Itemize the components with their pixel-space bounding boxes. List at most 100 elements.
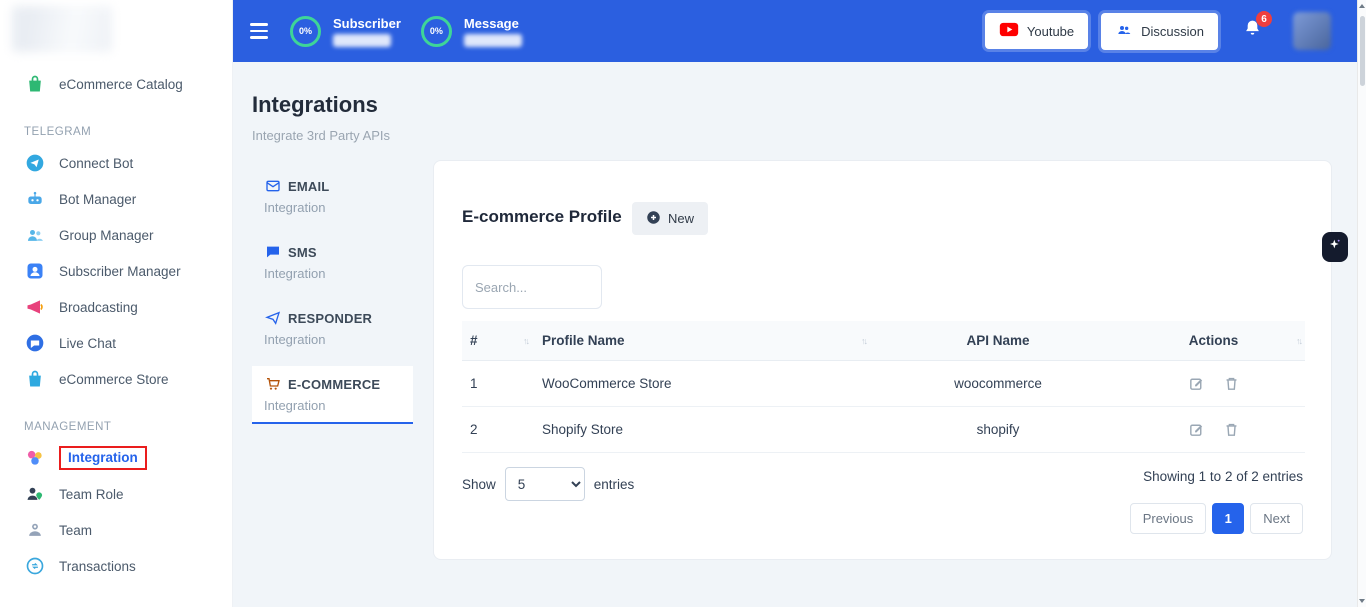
scrollbar-thumb[interactable]: [1360, 16, 1365, 86]
telegram-icon: [24, 152, 46, 174]
youtube-icon: [999, 22, 1019, 40]
sidebar-item-subscriber-manager[interactable]: Subscriber Manager: [0, 253, 232, 289]
subscriber-stat: 0% Subscriber: [290, 16, 401, 47]
sidebar-item-bot-manager[interactable]: Bot Manager: [0, 181, 232, 217]
table-row: 1 WooCommerce Store woocommerce: [462, 361, 1305, 407]
entries-label: entries: [594, 477, 635, 492]
notification-badge: 6: [1256, 11, 1272, 27]
discussion-button[interactable]: Discussion: [1101, 13, 1218, 50]
menu-toggle-button[interactable]: [250, 23, 270, 39]
sidebar-item-ecommerce-catalog[interactable]: eCommerce Catalog: [0, 66, 232, 102]
delete-button[interactable]: [1221, 373, 1242, 394]
sidebar-item-broadcasting[interactable]: Broadcasting: [0, 289, 232, 325]
message-progress-ring: 0%: [421, 16, 452, 47]
scrollbar[interactable]: [1357, 0, 1366, 607]
new-profile-button[interactable]: New: [632, 202, 708, 235]
sms-icon: [264, 241, 281, 263]
scroll-down-arrow-icon[interactable]: [1359, 599, 1365, 603]
showing-entries-text: Showing 1 to 2 of 2 entries: [1143, 469, 1303, 484]
sidebar-item-label: Group Manager: [59, 228, 154, 243]
delete-button[interactable]: [1221, 419, 1242, 440]
page-subtitle: Integrate 3rd Party APIs: [252, 128, 390, 143]
sidebar-item-team-role[interactable]: Team Role: [0, 476, 232, 512]
team-icon: [24, 519, 46, 541]
tab-email-integration[interactable]: EMAIL Integration: [252, 168, 413, 224]
message-value-blurred: [464, 34, 522, 47]
column-header-num: #: [470, 333, 478, 348]
sort-icon[interactable]: ↑↓: [1296, 336, 1301, 346]
store-bag-icon: [24, 368, 46, 390]
app-logo[interactable]: [12, 6, 112, 52]
notifications-button[interactable]: 6: [1242, 18, 1263, 44]
sort-icon[interactable]: ↑↓: [861, 336, 866, 346]
subscriber-stat-label: Subscriber: [333, 16, 401, 31]
tab-title: SMS: [288, 245, 317, 260]
tab-responder-integration[interactable]: RESPONDER Integration: [252, 300, 413, 356]
previous-page-button[interactable]: Previous: [1130, 503, 1207, 534]
sidebar-section-telegram: TELEGRAM: [0, 118, 232, 145]
cart-icon: [264, 373, 281, 395]
sidebar: eCommerce Catalog TELEGRAM Connect Bot B…: [0, 0, 233, 607]
sidebar-item-team[interactable]: Team: [0, 512, 232, 548]
page-title: Integrations: [252, 92, 378, 118]
cell-profile-name: Shopify Store: [534, 422, 874, 437]
page-1-button[interactable]: 1: [1212, 503, 1244, 534]
column-header-profile-name: Profile Name: [542, 333, 625, 348]
sidebar-item-group-manager[interactable]: Group Manager: [0, 217, 232, 253]
cell-api-name: woocommerce: [874, 376, 1122, 391]
integration-tabs: EMAIL Integration SMS Integration RESPON…: [252, 168, 413, 434]
sidebar-item-connect-bot[interactable]: Connect Bot: [0, 145, 232, 181]
main-content: Integrations Integrate 3rd Party APIs EM…: [233, 62, 1357, 607]
youtube-button[interactable]: Youtube: [985, 13, 1088, 49]
tab-subtitle: Integration: [264, 398, 401, 413]
assistant-fab[interactable]: [1322, 232, 1348, 262]
sidebar-item-label: Transactions: [59, 559, 136, 574]
integration-highlight-box: Integration: [59, 446, 147, 470]
table-row: 2 Shopify Store shopify: [462, 407, 1305, 453]
sidebar-item-live-chat[interactable]: Live Chat: [0, 325, 232, 361]
chat-icon: [24, 332, 46, 354]
pagination: Previous 1 Next: [1130, 503, 1303, 534]
profiles-table: # ↑↓ Profile Name ↑↓ API Name Actions ↑↓…: [462, 321, 1305, 453]
sidebar-item-label: eCommerce Catalog: [59, 77, 183, 92]
cell-num: 2: [462, 422, 534, 437]
edit-button[interactable]: [1186, 419, 1207, 440]
tab-ecommerce-integration[interactable]: E-COMMERCE Integration: [252, 366, 413, 424]
search-input[interactable]: [462, 265, 602, 309]
tab-subtitle: Integration: [264, 266, 401, 281]
sidebar-item-label: Integration: [68, 450, 138, 465]
sidebar-item-label: Connect Bot: [59, 156, 133, 171]
discussion-button-label: Discussion: [1141, 24, 1204, 39]
team-role-icon: [24, 483, 46, 505]
sidebar-item-transactions[interactable]: Transactions: [0, 548, 232, 584]
next-page-button[interactable]: Next: [1250, 503, 1303, 534]
table-header-row: # ↑↓ Profile Name ↑↓ API Name Actions ↑↓: [462, 321, 1305, 361]
megaphone-icon: [24, 296, 46, 318]
cell-api-name: shopify: [874, 422, 1122, 437]
sidebar-item-label: Broadcasting: [59, 300, 138, 315]
cell-num: 1: [462, 376, 534, 391]
tab-title: EMAIL: [288, 179, 329, 194]
sidebar-item-label: Team Role: [59, 487, 124, 502]
tab-sms-integration[interactable]: SMS Integration: [252, 234, 413, 290]
scroll-up-arrow-icon[interactable]: [1359, 4, 1365, 8]
message-percent: 0%: [430, 26, 443, 36]
sidebar-item-ecommerce-store[interactable]: eCommerce Store: [0, 361, 232, 397]
message-stat: 0% Message: [421, 16, 522, 47]
avatar[interactable]: [1293, 12, 1331, 50]
page-size-select[interactable]: 5: [505, 467, 585, 501]
sort-icon[interactable]: ↑↓: [523, 336, 528, 346]
topbar: 0% Subscriber 0% Message Youtube Discuss…: [233, 0, 1357, 62]
sidebar-item-label: Bot Manager: [59, 192, 136, 207]
users-icon: [24, 224, 46, 246]
edit-button[interactable]: [1186, 373, 1207, 394]
column-header-api-name: API Name: [874, 333, 1122, 348]
sidebar-item-integration[interactable]: Integration: [0, 440, 232, 476]
new-button-label: New: [668, 211, 694, 226]
sparkle-icon: [1327, 237, 1343, 258]
subscriber-percent: 0%: [299, 26, 312, 36]
sidebar-item-label: eCommerce Store: [59, 372, 169, 387]
people-icon: [1115, 22, 1133, 41]
email-icon: [264, 175, 281, 197]
tab-title: E-COMMERCE: [288, 377, 380, 392]
